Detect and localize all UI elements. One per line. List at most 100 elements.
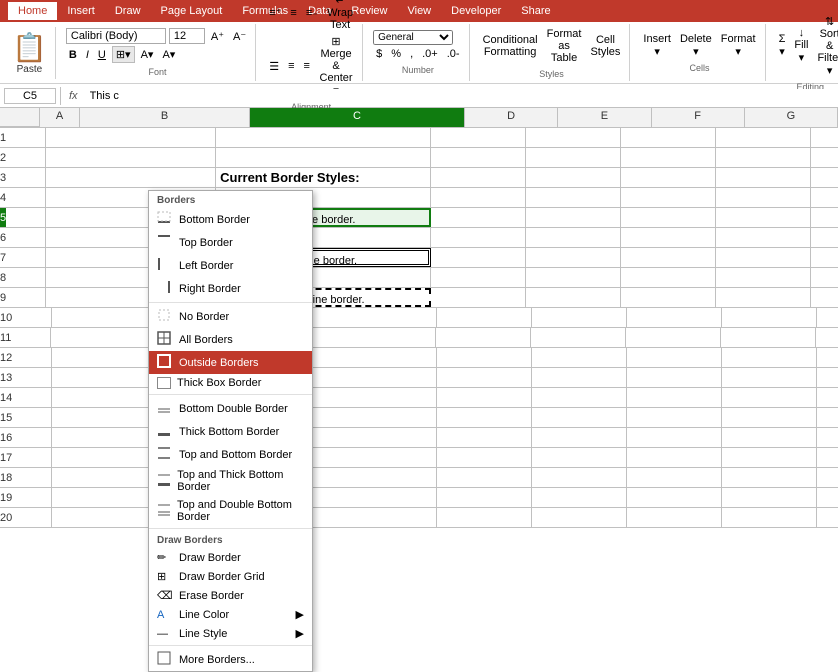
cell-e2[interactable] <box>526 148 621 167</box>
cell-e4[interactable] <box>526 188 621 207</box>
top-double-bottom-border-item[interactable]: Top and Double Bottom Border <box>149 496 312 526</box>
cell-a16[interactable] <box>12 428 52 447</box>
cell-g12[interactable] <box>722 348 817 367</box>
cell-d20[interactable] <box>437 508 532 527</box>
top-border-item[interactable]: Top Border <box>149 231 312 254</box>
align-middle-button[interactable]: ≡ <box>287 6 299 20</box>
tab-insert[interactable]: Insert <box>57 2 105 20</box>
cell-f11[interactable] <box>626 328 721 347</box>
cell-f20[interactable] <box>627 508 722 527</box>
cell-e8[interactable] <box>526 268 621 287</box>
col-header-f[interactable]: F <box>652 108 745 127</box>
cell-styles-button[interactable]: Cell Styles <box>587 33 623 59</box>
cell-d12[interactable] <box>437 348 532 367</box>
col-header-c[interactable]: C <box>250 108 465 127</box>
cell-g16[interactable] <box>722 428 817 447</box>
no-border-item[interactable]: No Border <box>149 305 312 328</box>
cell-a20[interactable] <box>12 508 52 527</box>
cell-g14[interactable] <box>722 388 817 407</box>
col-header-a[interactable]: A <box>40 108 80 127</box>
cell-g15[interactable] <box>722 408 817 427</box>
cell-a11[interactable] <box>11 328 51 347</box>
cell-a10[interactable] <box>12 308 52 327</box>
fill-button[interactable]: ↓ Fill ▾ <box>791 26 811 65</box>
more-borders-item[interactable]: More Borders... <box>149 648 312 671</box>
row-header-19[interactable]: 19 <box>0 488 12 508</box>
increase-decimal-button[interactable]: .0+ <box>419 47 441 61</box>
paste-button[interactable]: 📋 <box>12 31 47 64</box>
cell-e16[interactable] <box>532 428 627 447</box>
col-header-b[interactable]: B <box>80 108 250 127</box>
cell-d4[interactable] <box>431 188 526 207</box>
cell-a5[interactable] <box>6 208 46 227</box>
row-header-17[interactable]: 17 <box>0 448 12 468</box>
cell-a9[interactable] <box>6 288 46 307</box>
align-top-button[interactable]: ≡⁺ <box>266 5 284 20</box>
row-header-10[interactable]: 10 <box>0 308 12 328</box>
cell-a6[interactable] <box>6 228 46 247</box>
cell-e15[interactable] <box>532 408 627 427</box>
top-thick-bottom-border-item[interactable]: Top and Thick Bottom Border <box>149 466 312 496</box>
cell-d10[interactable] <box>437 308 532 327</box>
cell-a17[interactable] <box>12 448 52 467</box>
cell-e3[interactable] <box>526 168 621 187</box>
cell-g2[interactable] <box>716 148 811 167</box>
align-center-button[interactable]: ≡ <box>285 59 297 73</box>
cell-d5[interactable] <box>431 208 526 227</box>
cell-f17[interactable] <box>627 448 722 467</box>
cell-g4[interactable] <box>716 188 811 207</box>
decrease-decimal-button[interactable]: .0- <box>444 47 463 61</box>
font-name-input[interactable] <box>66 28 166 44</box>
cell-g17[interactable] <box>722 448 817 467</box>
bottom-double-border-item[interactable]: Bottom Double Border <box>149 397 312 420</box>
insert-button[interactable]: Insert ▾ <box>640 32 674 59</box>
font-grow-button[interactable]: A⁺ <box>208 29 227 44</box>
percent-button[interactable]: % <box>388 47 404 61</box>
cell-g9[interactable] <box>716 288 811 307</box>
left-border-item[interactable]: Left Border <box>149 254 312 277</box>
font-shrink-button[interactable]: A⁻ <box>230 29 249 44</box>
cell-a8[interactable] <box>6 268 46 287</box>
border-button[interactable]: ⊞▾ <box>112 46 135 63</box>
cell-f2[interactable] <box>621 148 716 167</box>
draw-border-grid-item[interactable]: ⊞ Draw Border Grid <box>149 567 312 586</box>
cell-d8[interactable] <box>431 268 526 287</box>
underline-button[interactable]: U <box>95 48 109 62</box>
format-button[interactable]: Format ▾ <box>718 32 759 59</box>
cell-e9[interactable] <box>526 288 621 307</box>
cell-a15[interactable] <box>12 408 52 427</box>
cell-a4[interactable] <box>6 188 46 207</box>
cell-g20[interactable] <box>722 508 817 527</box>
cell-f15[interactable] <box>627 408 722 427</box>
cell-e13[interactable] <box>532 368 627 387</box>
cell-b1[interactable] <box>46 128 216 147</box>
cell-a14[interactable] <box>12 388 52 407</box>
erase-border-item[interactable]: ⌫ Erase Border <box>149 586 312 605</box>
row-header-20[interactable]: 20 <box>0 508 12 528</box>
fill-color-button[interactable]: A▾ <box>138 47 157 62</box>
thick-bottom-border-item[interactable]: Thick Bottom Border <box>149 420 312 443</box>
cell-f19[interactable] <box>627 488 722 507</box>
comma-button[interactable]: , <box>407 47 416 61</box>
cell-e6[interactable] <box>526 228 621 247</box>
cell-f7[interactable] <box>621 248 716 267</box>
cell-a7[interactable] <box>6 248 46 267</box>
cell-e17[interactable] <box>532 448 627 467</box>
align-left-button[interactable]: ☰ <box>266 59 282 74</box>
cell-a13[interactable] <box>12 368 52 387</box>
number-format-select[interactable]: General <box>373 30 453 45</box>
cell-f9[interactable] <box>621 288 716 307</box>
cell-c2[interactable] <box>216 148 431 167</box>
cell-d2[interactable] <box>431 148 526 167</box>
row-header-16[interactable]: 16 <box>0 428 12 448</box>
cell-e14[interactable] <box>532 388 627 407</box>
font-color-button[interactable]: A▾ <box>159 47 178 62</box>
cell-d6[interactable] <box>431 228 526 247</box>
share-button[interactable]: Share <box>511 2 560 20</box>
line-style-item[interactable]: — Line Style ▶ <box>149 624 312 643</box>
cell-d13[interactable] <box>437 368 532 387</box>
thick-box-border-item[interactable]: Thick Box Border <box>149 374 312 392</box>
cell-e7[interactable] <box>526 248 621 267</box>
cell-d7[interactable] <box>431 248 526 267</box>
cell-f14[interactable] <box>627 388 722 407</box>
